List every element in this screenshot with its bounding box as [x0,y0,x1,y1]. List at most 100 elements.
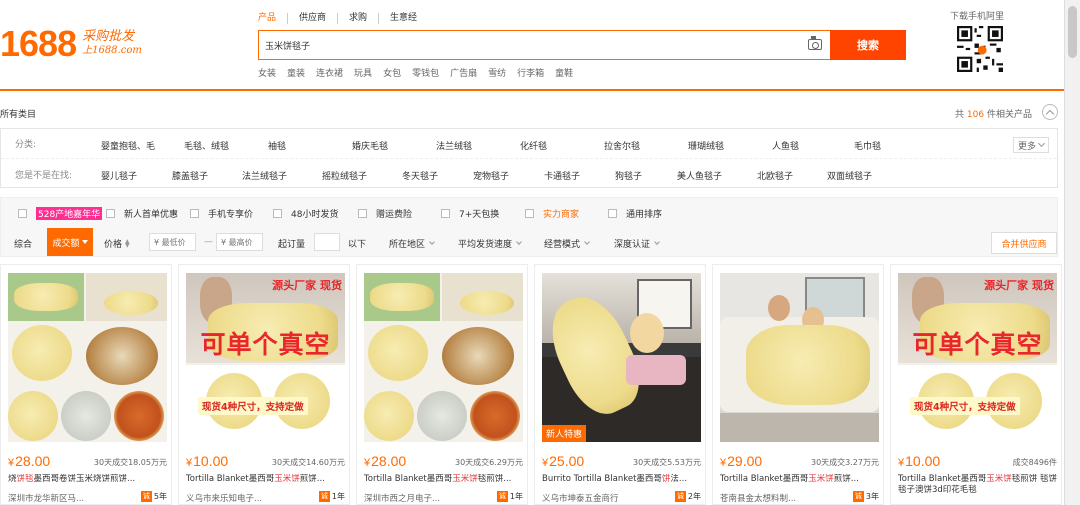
suggestion-item[interactable]: 摇粒绒毯子 [322,169,367,182]
hot-word-link[interactable]: 童鞋 [555,66,573,79]
category-item[interactable]: 婴童抱毯、毛 [101,139,155,152]
product-title[interactable]: Tortilla Blanket墨西哥玉米饼毯煎饼 毯饼毯子澳饼3d印花毛毯 [898,474,1060,498]
business-model-dropdown[interactable]: 经营模式 [544,237,590,250]
checkbox[interactable] [441,209,450,218]
product-card[interactable]: ¥28.00 30天成交18.05万元 烧饼毯墨西哥卷饼玉米烧饼煎饼... 深圳… [0,264,172,505]
category-item[interactable]: 毛巾毯 [854,139,881,152]
category-row: 分类: 婴童抱毯、毛 毛毯、绒毯 袖毯 婚庆毛毯 法兰绒毯 化纤毯 拉舍尔毯 珊… [1,129,1057,159]
service-filter-new-user[interactable]: 新人首单优惠 [106,207,178,220]
image-top-tag: 源头厂家 现货 [984,279,1054,292]
shop-years: 诚 2年 [674,491,701,502]
max-price-input[interactable] [216,233,263,251]
service-filter-mobile-price[interactable]: 手机专享价 [190,207,253,220]
shop-name[interactable]: 深圳市西之月电子... [364,492,440,504]
min-price-input[interactable] [149,233,196,251]
checkbox[interactable] [273,209,282,218]
product-card[interactable]: ¥28.00 30天成交6.29万元 Tortilla Blanket墨西哥玉米… [356,264,528,505]
checkbox[interactable] [525,209,534,218]
shop-name[interactable]: 义乌市来乐知电子... [186,492,262,504]
region-dropdown[interactable]: 所在地区 [389,237,435,250]
camera-icon[interactable] [808,36,822,50]
service-filter-general-sort[interactable]: 通用排序 [608,207,662,220]
suggestion-item[interactable]: 美人鱼毯子 [677,169,722,182]
category-item[interactable]: 拉舍尔毯 [604,139,640,152]
collapse-button[interactable] [1042,104,1058,120]
tab-suppliers[interactable]: 供应商 [287,13,337,24]
service-filter-48h-ship[interactable]: 48小时发货 [273,207,338,220]
hot-word-link[interactable]: 零钱包 [412,66,439,79]
hot-word-link[interactable]: 女包 [383,66,401,79]
hot-word-link[interactable]: 童装 [287,66,305,79]
service-filter-shipping-insurance[interactable]: 赠运费险 [358,207,412,220]
product-title[interactable]: Tortilla Blanket墨西哥玉米饼煎饼... [186,474,348,485]
checkbox[interactable] [106,209,115,218]
shipping-speed-dropdown[interactable]: 平均发货速度 [458,237,522,250]
product-card[interactable]: 源头厂家 现货 可单个真空 现货4种尺寸，支持定做 ¥10.00 30天成交14… [178,264,350,505]
product-image[interactable] [8,273,167,442]
page-scrollbar[interactable] [1064,0,1080,505]
checkbox[interactable] [190,209,199,218]
product-image[interactable]: 源头厂家 现货 可单个真空 现货4种尺寸，支持定做 [898,273,1057,442]
shop-name[interactable]: 苍南县金太想料制... [720,492,796,504]
product-title[interactable]: Tortilla Blanket墨西哥玉米饼毯煎饼... [364,474,526,485]
product-image[interactable] [364,273,523,442]
category-item[interactable]: 婚庆毛毯 [352,139,388,152]
service-filter-festival[interactable]: 528产地嘉年华 [18,207,103,220]
site-logo[interactable]: 1688 采购批发 上1688.com [0,26,142,62]
product-card[interactable]: ¥29.00 30天成交3.27万元 Tortilla Blanket墨西哥玉米… [712,264,884,505]
checkbox[interactable] [358,209,367,218]
tab-business-tips[interactable]: 生意经 [378,13,428,24]
service-filter-7day-exchange[interactable]: 7+天包换 [441,207,499,220]
sort-overall[interactable]: 综合 [14,237,32,250]
search-input[interactable] [259,31,799,59]
suggestion-item[interactable]: 法兰绒毯子 [242,169,287,182]
scroll-thumb[interactable] [1068,6,1077,58]
suggestion-item[interactable]: 冬天毯子 [402,169,438,182]
sort-price-label: 价格 [104,240,123,250]
hot-word-link[interactable]: 连衣裙 [316,66,343,79]
more-categories-button[interactable]: 更多 [1013,137,1050,153]
search-button[interactable]: 搜索 [830,30,906,60]
merge-supplier-button[interactable]: 合并供应商 [991,232,1057,254]
category-item[interactable]: 化纤毯 [520,139,547,152]
hot-word-link[interactable]: 广告扇 [450,66,477,79]
suggestion-item[interactable]: 膝盖毯子 [172,169,208,182]
suggestion-item[interactable]: 婴儿毯子 [101,169,137,182]
service-filter-strong-merchant[interactable]: 实力商家 [525,207,579,220]
hot-word-link[interactable]: 女装 [258,66,276,79]
category-item[interactable]: 人鱼毯 [772,139,799,152]
product-image[interactable] [720,273,879,442]
product-title[interactable]: Burrito Tortilla Blanket墨西哥饼法... [542,474,704,485]
checkbox[interactable] [608,209,617,218]
sort-by-transaction[interactable]: 成交额 [47,228,93,256]
product-image[interactable]: 源头厂家 现货 可单个真空 现货4种尺寸，支持定做 [186,273,345,442]
category-item[interactable]: 袖毯 [268,139,286,152]
tab-products[interactable]: 产品 [258,13,287,24]
sort-by-price[interactable]: 价格 ▲ ▼ [104,237,130,250]
certification-dropdown[interactable]: 深度认证 [614,237,660,250]
category-item[interactable]: 毛毯、绒毯 [184,139,229,152]
suggestion-item[interactable]: 双面绒毯子 [827,169,872,182]
hot-word-link[interactable]: 行李箱 [517,66,544,79]
suggestion-item[interactable]: 狗毯子 [615,169,642,182]
product-card[interactable]: 新人特惠 ¥25.00 30天成交5.53万元 Burrito Tortilla… [534,264,706,505]
product-card[interactable]: 源头厂家 现货 可单个真空 现货4种尺寸，支持定做 ¥10.00 成交8496件… [890,264,1062,505]
hot-word-link[interactable]: 玩具 [354,66,372,79]
shop-name[interactable]: 义乌市坤泰五金商行 [542,492,619,504]
tab-buying-requests[interactable]: 求购 [337,13,378,24]
product-title[interactable]: Tortilla Blanket墨西哥玉米饼煎饼... [720,474,882,485]
suggestion-item[interactable]: 宠物毯子 [473,169,509,182]
all-categories-link[interactable]: 所有类目 [0,107,36,120]
suggestion-item[interactable]: 卡通毯子 [544,169,580,182]
hot-word-link[interactable]: 雪纺 [488,66,506,79]
product-image[interactable]: 新人特惠 [542,273,701,442]
product-title[interactable]: 烧饼毯墨西哥卷饼玉米烧饼煎饼... [8,474,170,485]
suggestion-item[interactable]: 北欧毯子 [757,169,793,182]
shop-name[interactable]: 深圳市龙华新区马... [8,492,84,504]
app-download[interactable]: 下载手机阿里 [950,9,1004,75]
sort-panel: 528产地嘉年华 新人首单优惠 手机专享价 48小时发货 赠运费险 7+天包换 … [0,197,1058,257]
checkbox[interactable] [18,209,27,218]
category-item[interactable]: 珊瑚绒毯 [688,139,724,152]
min-order-input[interactable] [314,233,340,251]
category-item[interactable]: 法兰绒毯 [436,139,472,152]
